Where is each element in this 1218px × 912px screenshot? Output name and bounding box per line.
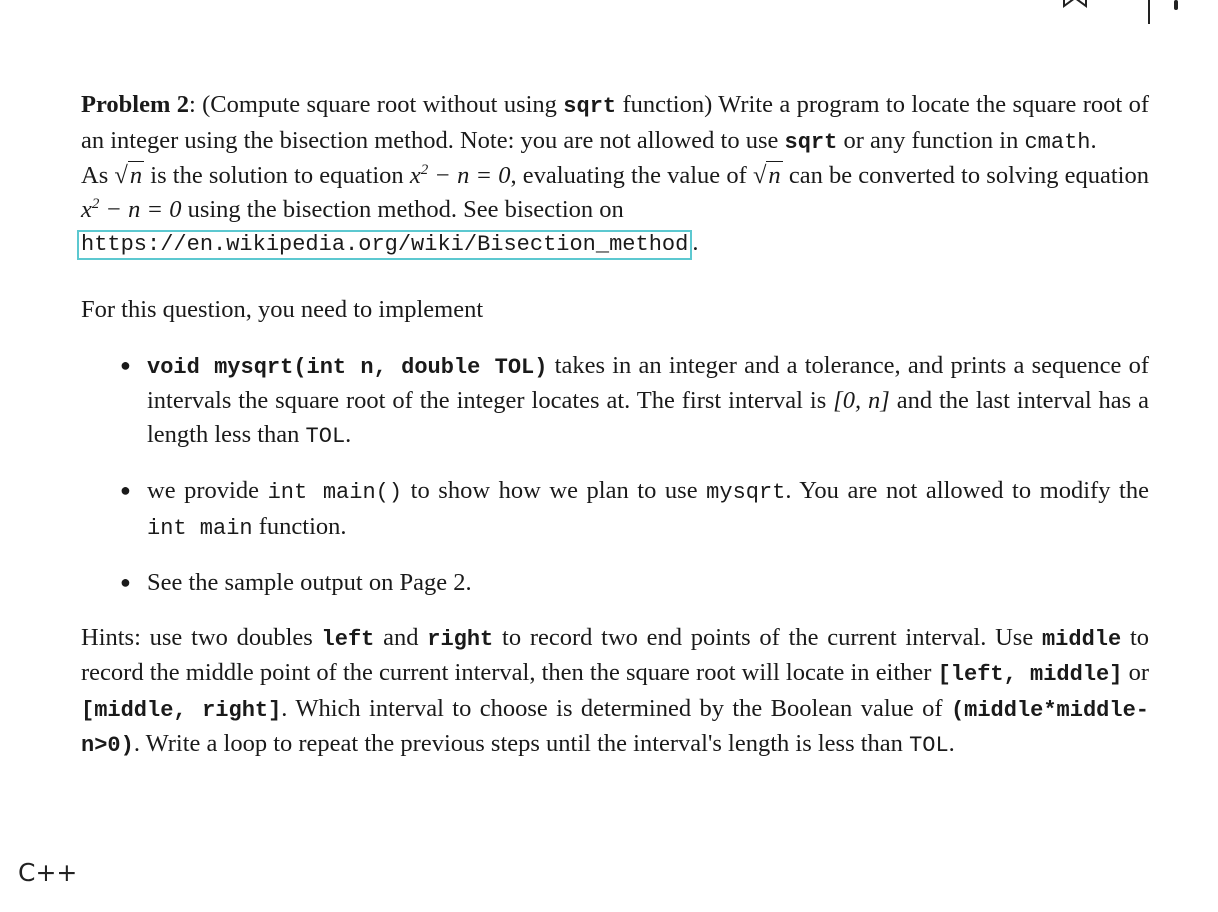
bookmark-icon[interactable]: [1062, 0, 1088, 8]
problem-title: Problem 2: [81, 91, 189, 118]
viewer-toolbar: • • •: [1038, 0, 1218, 30]
problem-statement: Problem 2: (Compute square root without …: [81, 91, 1149, 155]
language-tag: C++: [18, 858, 78, 887]
list-item: ● we provide int main() to show how we p…: [120, 474, 1149, 545]
sqrt-n-math: √n: [752, 161, 783, 189]
code-cmath: cmath: [1024, 129, 1091, 155]
implement-intro: For this question, you need to implement: [81, 296, 484, 323]
sqrt-n-math: √n: [114, 161, 145, 189]
more-icon[interactable]: • • •: [1096, 0, 1130, 6]
requirements-list: ● void mysqrt(int n, double TOL) takes i…: [81, 349, 1149, 600]
list-item: ● See the sample output on Page 2.: [120, 566, 1149, 600]
bullet-icon: ●: [120, 572, 131, 592]
toolbar-divider: [1148, 0, 1150, 24]
problem-document: Problem 2: (Compute square root without …: [77, 88, 1149, 763]
equation: x2 − n = 0: [81, 195, 182, 223]
scrollbar-thumb[interactable]: [1174, 0, 1178, 10]
bullet-icon: ●: [120, 480, 131, 500]
hints-paragraph: Hints: use two doubles left and right to…: [81, 623, 1149, 759]
equation: x2 − n = 0: [409, 161, 511, 189]
list-item: ● void mysqrt(int n, double TOL) takes i…: [120, 349, 1149, 454]
code-sqrt: sqrt: [784, 129, 838, 155]
bullet-icon: ●: [120, 354, 131, 375]
bisection-explanation: As √n is the solution to equation x2 − n…: [77, 159, 1149, 260]
wikipedia-bisection-link[interactable]: https://en.wikipedia.org/wiki/Bisection_…: [77, 230, 693, 260]
code-sqrt: sqrt: [563, 94, 617, 119]
